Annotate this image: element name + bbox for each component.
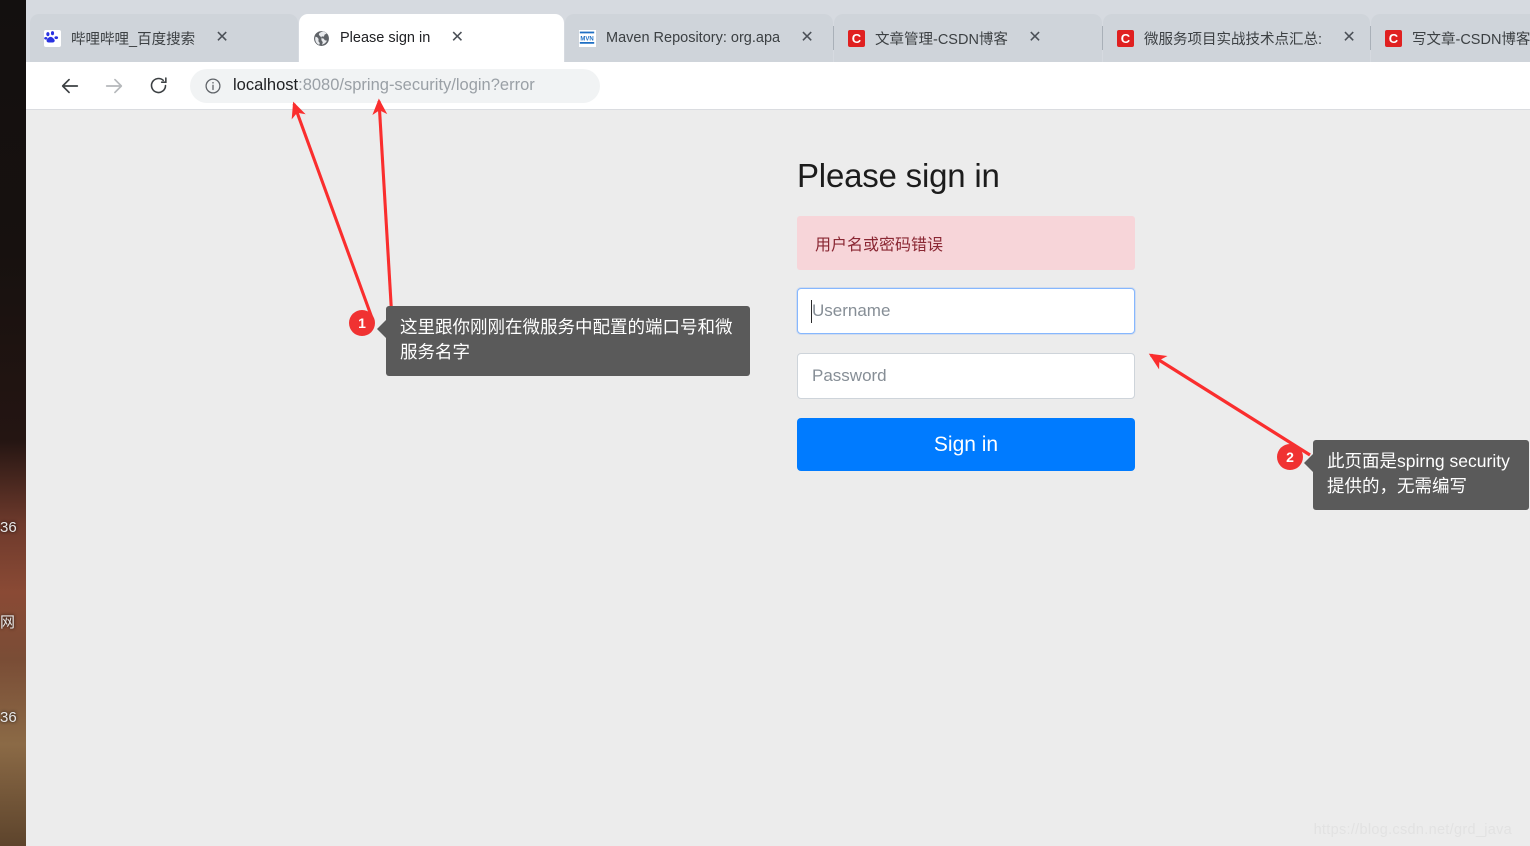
- tab-title: Maven Repository: org.apa: [606, 30, 781, 46]
- page-viewport: Please sign in 用户名或密码错误 Username Passwor…: [26, 110, 1530, 846]
- tab-title: 文章管理-CSDN博客: [875, 31, 1008, 48]
- svg-text:MVN: MVN: [580, 36, 593, 42]
- tab-title: 哔哩哔哩_百度搜索: [71, 31, 196, 48]
- username-input[interactable]: Username: [797, 288, 1135, 334]
- blog-watermark: https://blog.csdn.net/grd_java: [1313, 822, 1512, 838]
- browser-toolbar: localhost:8080/spring-security/login?err…: [26, 62, 1530, 110]
- tab-baidu[interactable]: 哔哩哔哩_百度搜索 ✕: [30, 14, 298, 62]
- site-info-icon[interactable]: [204, 77, 222, 95]
- desktop-text-1: 36: [0, 519, 17, 536]
- address-bar[interactable]: localhost:8080/spring-security/login?err…: [190, 68, 600, 103]
- login-form: Please sign in 用户名或密码错误 Username Passwor…: [797, 157, 1135, 471]
- url-path: :8080/spring-security/login?error: [298, 76, 535, 94]
- csdn-icon: C: [848, 29, 865, 47]
- tab-csdn-microservice[interactable]: C 微服务项目实战技术点汇总: ✕: [1102, 14, 1370, 62]
- tab-close-button[interactable]: ✕: [1022, 25, 1048, 51]
- username-placeholder: Username: [812, 301, 891, 320]
- browser-window: 哔哩哔哩_百度搜索 ✕ Please sign in ✕ MVN Maven R…: [26, 0, 1530, 846]
- tab-maven-repository[interactable]: MVN Maven Repository: org.apa ✕: [565, 14, 833, 62]
- tab-title: 写文章-CSDN博客: [1412, 31, 1530, 48]
- tab-title: Please sign in: [340, 30, 431, 46]
- password-input[interactable]: Password: [797, 353, 1135, 399]
- csdn-icon: C: [1117, 29, 1134, 47]
- tab-title: 微服务项目实战技术点汇总:: [1144, 31, 1323, 48]
- baidu-icon: [44, 29, 61, 47]
- desktop-background-strip: 36 网 36: [0, 0, 26, 846]
- page-title: Please sign in: [797, 157, 1000, 194]
- error-alert: 用户名或密码错误: [797, 216, 1135, 270]
- tab-csdn-article-manage[interactable]: C 文章管理-CSDN博客 ✕: [833, 14, 1102, 62]
- tab-please-sign-in[interactable]: Please sign in ✕: [299, 14, 564, 62]
- tab-strip: 哔哩哔哩_百度搜索 ✕ Please sign in ✕ MVN Maven R…: [26, 0, 1530, 62]
- screenshot-root: 36 网 36 哔哩哔哩_百度搜索 ✕ Please sign in ✕ MVN…: [0, 0, 1530, 846]
- address-bar-text: localhost:8080/spring-security/login?err…: [233, 76, 535, 95]
- forward-icon: [96, 68, 132, 104]
- reload-icon[interactable]: [140, 68, 176, 104]
- csdn-icon: C: [1385, 29, 1402, 47]
- desktop-text-3: 36: [0, 709, 17, 726]
- tab-csdn-write-article[interactable]: C 写文章-CSDN博客: [1370, 14, 1530, 62]
- tab-close-button[interactable]: ✕: [209, 25, 235, 51]
- sign-in-button[interactable]: Sign in: [797, 418, 1135, 471]
- desktop-text-2: 网: [0, 614, 16, 631]
- tab-close-button[interactable]: ✕: [1336, 25, 1362, 51]
- url-host: localhost: [233, 76, 299, 94]
- back-icon[interactable]: [52, 68, 88, 104]
- tab-close-button[interactable]: ✕: [794, 25, 820, 51]
- password-placeholder: Password: [812, 366, 887, 385]
- tab-close-button[interactable]: ✕: [444, 25, 470, 51]
- globe-icon: [313, 30, 330, 47]
- maven-icon: MVN: [579, 29, 596, 47]
